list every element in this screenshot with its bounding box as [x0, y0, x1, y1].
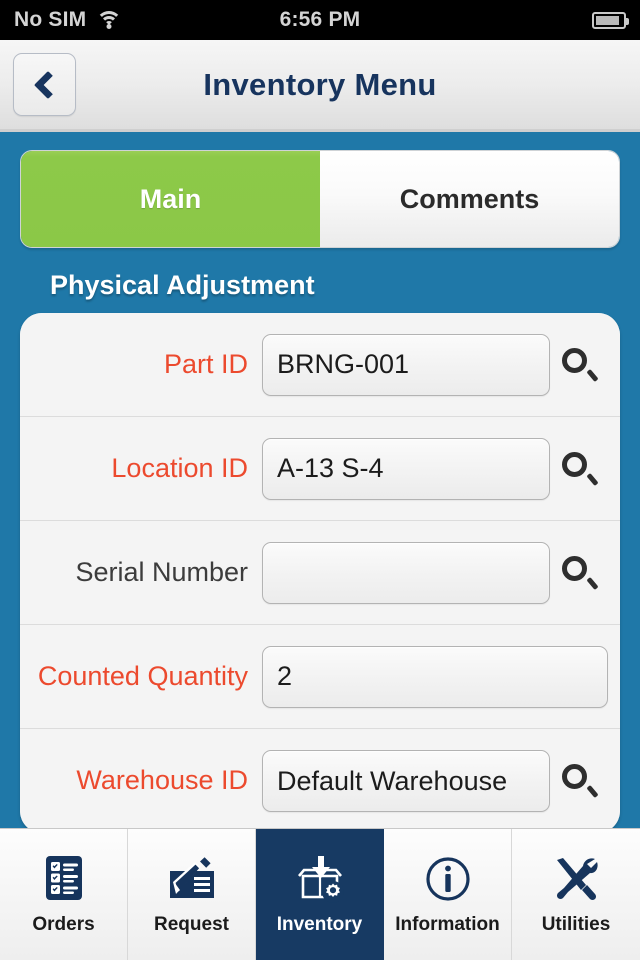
- label-warehouse-id: Warehouse ID: [76, 765, 248, 796]
- input-location-id[interactable]: A-13 S-4: [262, 437, 550, 500]
- search-button-location-id[interactable]: [550, 434, 608, 504]
- tab-inventory-label: Inventory: [276, 913, 363, 935]
- search-icon: [562, 555, 599, 590]
- back-button[interactable]: [13, 53, 76, 116]
- tab-inventory[interactable]: Inventory: [256, 829, 384, 960]
- search-button-serial-number[interactable]: [550, 538, 608, 608]
- wifi-icon: [96, 10, 123, 30]
- content-area: Main Comments Physical Adjustment Part I…: [0, 132, 640, 828]
- tab-comments-label: Comments: [399, 183, 540, 214]
- input-warehouse-id[interactable]: Default Warehouse: [262, 750, 550, 812]
- tab-comments[interactable]: Comments: [320, 151, 619, 247]
- label-part-id: Part ID: [163, 348, 248, 379]
- form-row-warehouse-id: Warehouse ID Default Warehouse: [20, 729, 620, 828]
- segmented-control: Main Comments: [20, 150, 620, 248]
- tab-information-label: Information: [395, 913, 500, 935]
- info-circle-icon: [420, 854, 476, 906]
- pencil-form-icon: [164, 854, 220, 906]
- label-location-id: Location ID: [111, 452, 248, 483]
- status-bar: No SIM 6:56 PM: [0, 0, 640, 40]
- form-card: Part ID BRNG-001 Location ID A-13 S-4 Se…: [20, 313, 620, 828]
- input-serial-number[interactable]: [262, 541, 550, 604]
- chevron-left-icon: [33, 70, 62, 99]
- tab-orders-label: Orders: [32, 913, 95, 935]
- form-row-part-id: Part ID BRNG-001: [20, 313, 620, 417]
- carrier-label: No SIM: [14, 8, 87, 31]
- box-gear-icon: [292, 854, 348, 906]
- search-icon: [562, 764, 599, 799]
- tab-main[interactable]: Main: [21, 151, 320, 247]
- form-row-location-id: Location ID A-13 S-4: [20, 417, 620, 521]
- tab-request-label: Request: [154, 913, 229, 935]
- label-counted-quantity: Counted Quantity: [37, 660, 248, 691]
- input-part-id[interactable]: BRNG-001: [262, 333, 550, 396]
- battery-icon: [592, 11, 629, 29]
- status-bar-left: No SIM: [14, 8, 123, 32]
- search-button-part-id[interactable]: [550, 330, 608, 400]
- tools-icon: [548, 854, 604, 906]
- bottom-tab-bar: Orders Request Inventory Information Uti…: [0, 828, 640, 960]
- checklist-icon: [36, 854, 92, 906]
- search-icon: [562, 451, 599, 486]
- tab-information[interactable]: Information: [384, 829, 512, 960]
- form-row-counted-quantity: Counted Quantity 2: [20, 625, 620, 729]
- status-bar-right: [592, 11, 629, 29]
- input-counted-quantity[interactable]: 2: [262, 645, 608, 708]
- tab-utilities[interactable]: Utilities: [512, 829, 640, 960]
- section-title: Physical Adjustment: [50, 270, 315, 300]
- app-root: No SIM 6:56 PM Inventory Menu Main Comme…: [0, 0, 640, 960]
- tab-main-label: Main: [139, 183, 202, 214]
- search-icon: [562, 347, 599, 382]
- form-row-serial-number: Serial Number: [20, 521, 620, 625]
- tab-request[interactable]: Request: [128, 829, 256, 960]
- label-serial-number: Serial Number: [75, 556, 248, 587]
- page-title: Inventory Menu: [203, 66, 437, 102]
- nav-bar: Inventory Menu: [0, 40, 640, 132]
- tab-utilities-label: Utilities: [541, 913, 611, 935]
- search-button-warehouse-id[interactable]: [550, 746, 608, 816]
- tab-orders[interactable]: Orders: [0, 829, 128, 960]
